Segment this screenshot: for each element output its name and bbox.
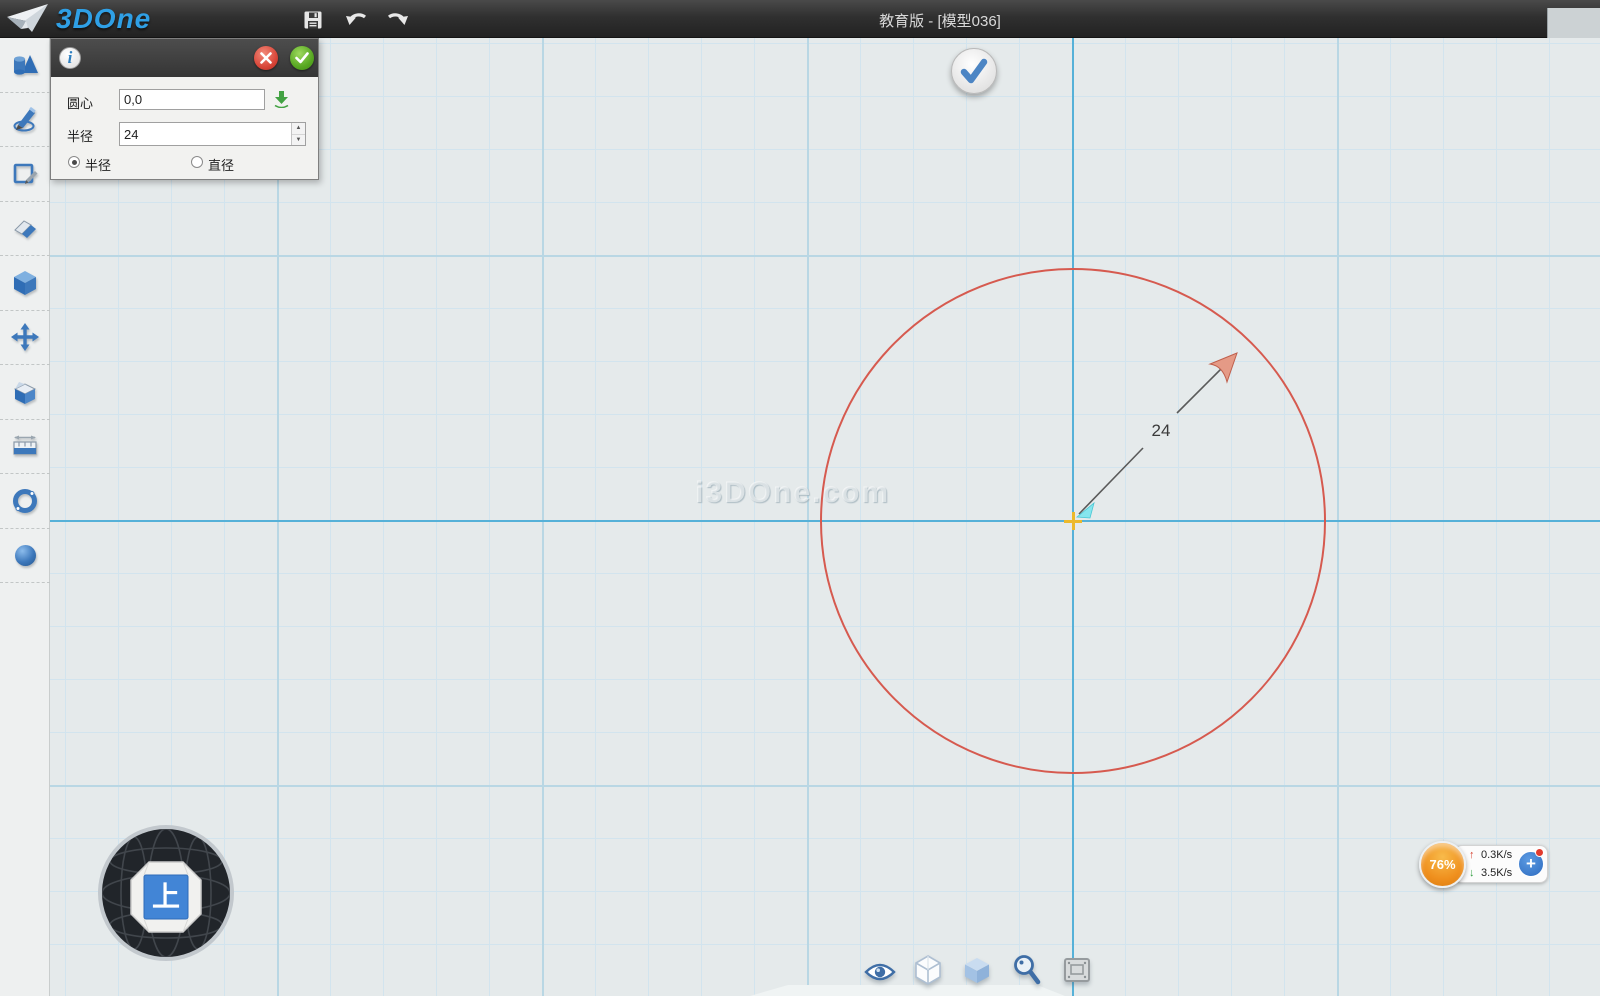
info-icon[interactable]: i bbox=[59, 47, 81, 69]
radius-field-label: 半径 bbox=[67, 126, 93, 145]
viewport-button[interactable] bbox=[1057, 950, 1097, 990]
radius-dimension-value[interactable]: 24 bbox=[1143, 421, 1179, 441]
notification-dot bbox=[1535, 848, 1544, 857]
wireframe-display-button[interactable] bbox=[908, 950, 948, 990]
undo-icon bbox=[344, 8, 370, 32]
zoom-icon bbox=[1012, 954, 1042, 986]
center-point-marker bbox=[1072, 512, 1075, 530]
download-progress-badge[interactable]: 76% bbox=[1419, 841, 1466, 888]
sketch-pencil-icon bbox=[11, 105, 39, 133]
app-logo: 3DOne bbox=[6, 2, 151, 36]
shaded-display-button[interactable] bbox=[957, 950, 997, 990]
ring-icon bbox=[11, 487, 39, 515]
sidebar-tool-eraser[interactable] bbox=[0, 202, 50, 257]
sidebar-tool-solid[interactable] bbox=[0, 256, 50, 311]
sidebar-tool-edit-sketch[interactable] bbox=[0, 147, 50, 202]
save-icon bbox=[302, 9, 324, 31]
material-sphere-icon bbox=[15, 545, 36, 566]
confirm-sketch-button[interactable] bbox=[951, 48, 997, 94]
primitives-icon bbox=[11, 52, 39, 78]
radius-spinner: ▲ ▼ bbox=[119, 122, 306, 146]
upload-speed: 0.3K/s bbox=[1481, 849, 1512, 861]
dialog-body: 圆心 半径 ▲ ▼ 半径 直径 bbox=[51, 77, 318, 181]
eye-icon bbox=[864, 961, 896, 983]
zoom-button[interactable] bbox=[1007, 950, 1047, 990]
paper-plane-icon bbox=[6, 2, 50, 36]
solid-cube-icon bbox=[11, 269, 39, 297]
measure-ruler-icon bbox=[11, 434, 39, 458]
viewport-icon bbox=[1063, 956, 1091, 984]
circle-parameters-dialog: i 圆心 半径 ▲ ▼ 半径 bbox=[50, 38, 319, 180]
toggle-visibility-button[interactable] bbox=[860, 952, 900, 992]
down-arrow-icon: ↓ bbox=[1469, 867, 1481, 879]
confirm-button[interactable] bbox=[290, 46, 314, 70]
diameter-radio[interactable] bbox=[191, 156, 203, 168]
redo-icon bbox=[384, 8, 410, 32]
check-icon bbox=[295, 52, 309, 64]
sidebar-tool-ring[interactable] bbox=[0, 474, 50, 529]
dialog-header: i bbox=[51, 39, 318, 77]
background-window-corner bbox=[1547, 8, 1600, 38]
up-arrow-icon: ↑ bbox=[1469, 849, 1481, 861]
sidebar-tool-primitives[interactable] bbox=[0, 38, 50, 93]
redo-button[interactable] bbox=[384, 7, 410, 33]
tool-sidebar bbox=[0, 38, 50, 996]
wireframe-cube-icon bbox=[913, 954, 943, 986]
download-speed: 3.5K/s bbox=[1481, 867, 1512, 879]
sidebar-tool-measure[interactable] bbox=[0, 420, 50, 475]
radius-input[interactable] bbox=[120, 123, 292, 145]
view-cube-face-label[interactable]: 上 bbox=[144, 875, 188, 919]
center-input[interactable] bbox=[119, 89, 265, 110]
close-icon bbox=[260, 52, 272, 64]
undo-button[interactable] bbox=[344, 7, 370, 33]
radius-radio-label: 半径 bbox=[85, 155, 111, 174]
document-title: 教育版 - [模型036] bbox=[760, 10, 1120, 31]
combine-box-icon bbox=[11, 379, 39, 405]
sidebar-tool-sketch[interactable] bbox=[0, 93, 50, 148]
center-field-label: 圆心 bbox=[67, 93, 93, 112]
save-button[interactable] bbox=[300, 7, 326, 33]
radius-radio[interactable] bbox=[68, 156, 80, 168]
pick-point-icon[interactable] bbox=[273, 90, 290, 108]
title-bar: 3DOne 教育版 - [模型036] bbox=[0, 0, 1600, 38]
app-name: 3DOne bbox=[56, 3, 151, 35]
view-navigation-cube[interactable]: 上 bbox=[96, 823, 236, 963]
sidebar-tool-move[interactable] bbox=[0, 311, 50, 366]
diameter-radio-label: 直径 bbox=[208, 155, 234, 174]
move-icon bbox=[11, 323, 39, 351]
spin-up-icon[interactable]: ▲ bbox=[292, 123, 305, 135]
check-icon bbox=[954, 51, 994, 91]
cancel-button[interactable] bbox=[254, 46, 278, 70]
sidebar-tool-combine[interactable] bbox=[0, 365, 50, 420]
shaded-cube-icon bbox=[962, 955, 992, 985]
sidebar-tool-material[interactable] bbox=[0, 529, 50, 584]
edit-sketch-icon bbox=[11, 160, 39, 188]
eraser-icon bbox=[11, 215, 39, 241]
spin-down-icon[interactable]: ▼ bbox=[292, 135, 305, 146]
